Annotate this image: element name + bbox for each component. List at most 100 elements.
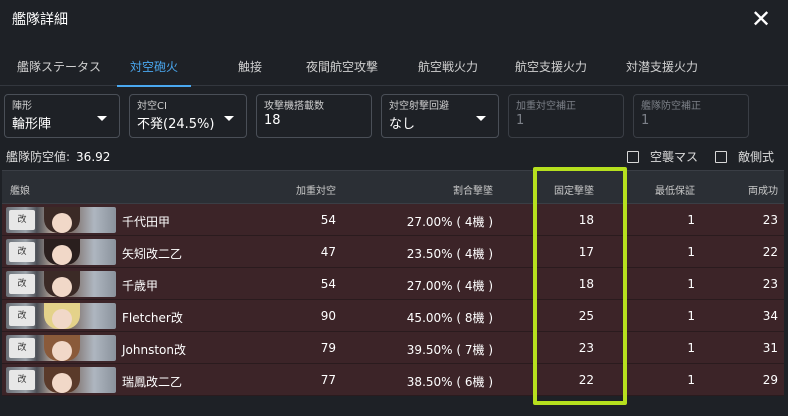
fleet-aa-label: 艦隊防空値: [6,150,71,164]
attacker-count-input[interactable]: 攻撃機搭載数 18 [256,94,372,138]
minimum-cell: 1 [687,277,695,291]
ship-badge: 改 [9,306,35,326]
ship-face [52,341,72,361]
table-body: 改千代田甲 54 27.00% ( 4機 ) 18 1 23 改矢矧改二乙 47 23.50% … [2,204,784,396]
header-minimum: 最低保証 [655,186,695,197]
table-row: 改 矢矧改二乙 47 23.50% ( 4機 ) 17 1 22 [2,236,784,268]
header-proportional: 割合撃墜 [453,186,493,197]
both-cell: 22 [762,245,778,259]
tab-fleet-status[interactable]: 艦隊ステータス [17,46,101,86]
fixed-cell: 23 [578,341,594,355]
proportional-cell: 27.00% ( 4機 ) [406,279,493,293]
tab-anti-air-fire[interactable]: 対空砲火 [117,46,192,87]
tab-asw-support-power[interactable]: 対潜支援火力 [626,46,698,86]
ship-name: 千代田甲 [122,215,171,229]
airraid-checkbox[interactable]: 空襲マス [627,148,698,165]
weighted-aa-cell: 90 [320,309,336,323]
proportional-cell: 45.00% ( 8機 ) [406,311,493,325]
ship-banner-image: 改 [6,239,116,265]
aaci-label: 対空CI [137,101,167,112]
ship-badge: 改 [9,370,35,390]
fixed-cell: 17 [578,245,594,259]
header-weighted-aa: 加重対空 [296,186,336,197]
aa-evasion-select[interactable]: 対空射撃回避 なし [381,94,499,138]
table-row: 改 瑞鳳改二乙 77 38.50% ( 6機 ) 22 1 29 [2,364,784,396]
header-fixed: 固定撃墜 [554,186,594,197]
ship-name: Johnston改 [122,343,186,357]
both-cell: 23 [762,277,778,291]
weighted-aa-modifier-value: 1 [516,113,525,128]
weighted-aa-cell: 54 [320,277,336,291]
minimum-cell: 1 [687,309,695,323]
enemy-formula-checkbox-label: 敵側式 [738,150,775,164]
fleet-aa-modifier-label: 艦隊防空補正 [641,101,701,112]
fleet-aa-summary: 艦隊防空値: 36.92 [6,148,110,165]
ship-face [52,245,72,265]
aaci-value: 不発(24.5%) [137,117,215,132]
minimum-cell: 1 [687,373,695,387]
formation-label: 陣形 [12,101,32,112]
aaci-select[interactable]: 対空CI 不発(24.5%) [129,94,247,138]
both-cell: 31 [762,341,778,355]
ship-badge: 改 [9,210,35,230]
tab-night-air-attack[interactable]: 夜間航空攻撃 [306,46,378,86]
attacker-count-label: 攻撃機搭載数 [264,101,324,112]
fleet-aa-modifier-input: 艦隊防空補正 1 [633,94,749,138]
fleet-aa-modifier-value: 1 [641,113,650,128]
fixed-cell: 22 [578,373,594,387]
checkbox-icon[interactable] [715,150,727,163]
aa-table: 艦娘 加重対空 割合撃墜 固定撃墜 最低保証 両成功 改 千代田甲 54 27.00%… [2,170,784,396]
tab-bar: 艦隊ステータス 対空砲火 触接 夜間航空攻撃 航空戦火力 航空支援火力 対潜支援… [0,46,788,87]
both-cell: 23 [762,213,778,227]
table-row: 改 Fletcher改 90 45.00% ( 8機 ) 25 1 34 [2,300,784,332]
weighted-aa-cell: 77 [320,373,336,387]
aa-evasion-value: なし [389,117,416,132]
ship-face [52,277,72,297]
fixed-cell: 18 [578,277,594,291]
table-header: 艦娘 加重対空 割合撃墜 固定撃墜 最低保証 両成功 [2,170,784,204]
weighted-aa-cell: 79 [320,341,336,355]
ship-name: 瑞鳳改二乙 [122,375,183,389]
ship-banner-image: 改 [6,367,116,393]
tab-air-support-power[interactable]: 航空支援火力 [515,46,587,86]
weighted-aa-modifier-input: 加重対空補正 1 [508,94,624,138]
formation-select[interactable]: 陣形 輪形陣 [4,94,120,138]
ship-banner-image: 改 [6,207,116,233]
ship-banner-image: 改 [6,335,116,361]
dialog-title: 艦隊詳細 [12,12,68,28]
chevron-down-icon [224,116,234,121]
enemy-formula-checkbox[interactable]: 敵側式 [715,148,774,165]
ship-badge: 改 [9,338,35,358]
tab-contact[interactable]: 触接 [238,46,262,86]
fixed-cell: 18 [578,213,594,227]
fixed-cell: 25 [578,309,594,323]
formation-value: 輪形陣 [12,117,52,132]
close-icon[interactable]: ✕ [748,7,774,31]
fleet-aa-value: 36.92 [76,150,111,164]
weighted-aa-cell: 54 [320,213,336,227]
ship-face [52,309,72,329]
checkbox-icon[interactable] [627,150,639,163]
ship-face [52,213,72,233]
ship-badge: 改 [9,242,35,262]
table-row: 改 Johnston改 79 39.50% ( 7機 ) 23 1 31 [2,332,784,364]
both-cell: 29 [762,373,778,387]
ship-face [52,373,72,393]
tab-air-battle-power[interactable]: 航空戦火力 [418,46,478,86]
aa-evasion-label: 対空射撃回避 [389,101,449,112]
ship-banner-image: 改 [6,303,116,329]
chevron-down-icon [476,116,486,121]
settings-row: 陣形 輪形陣 対空CI 不発(24.5%) 攻撃機搭載数 18 対空射撃回避 な… [0,94,788,140]
table-row: 改 千代田甲 54 27.00% ( 4機 ) 18 1 23 [2,204,784,236]
minimum-cell: 1 [687,213,695,227]
ship-name: 矢矧改二乙 [122,247,183,261]
proportional-cell: 38.50% ( 6機 ) [406,375,493,389]
table-row: 改 千歳甲 54 27.00% ( 4機 ) 18 1 23 [2,268,784,300]
ship-badge: 改 [9,274,35,294]
proportional-cell: 27.00% ( 4機 ) [406,215,493,229]
attacker-count-value: 18 [264,113,281,128]
chevron-down-icon [97,116,107,121]
proportional-cell: 39.50% ( 7機 ) [406,343,493,357]
airraid-checkbox-label: 空襲マス [650,150,699,164]
header-ship: 艦娘 [10,186,30,197]
